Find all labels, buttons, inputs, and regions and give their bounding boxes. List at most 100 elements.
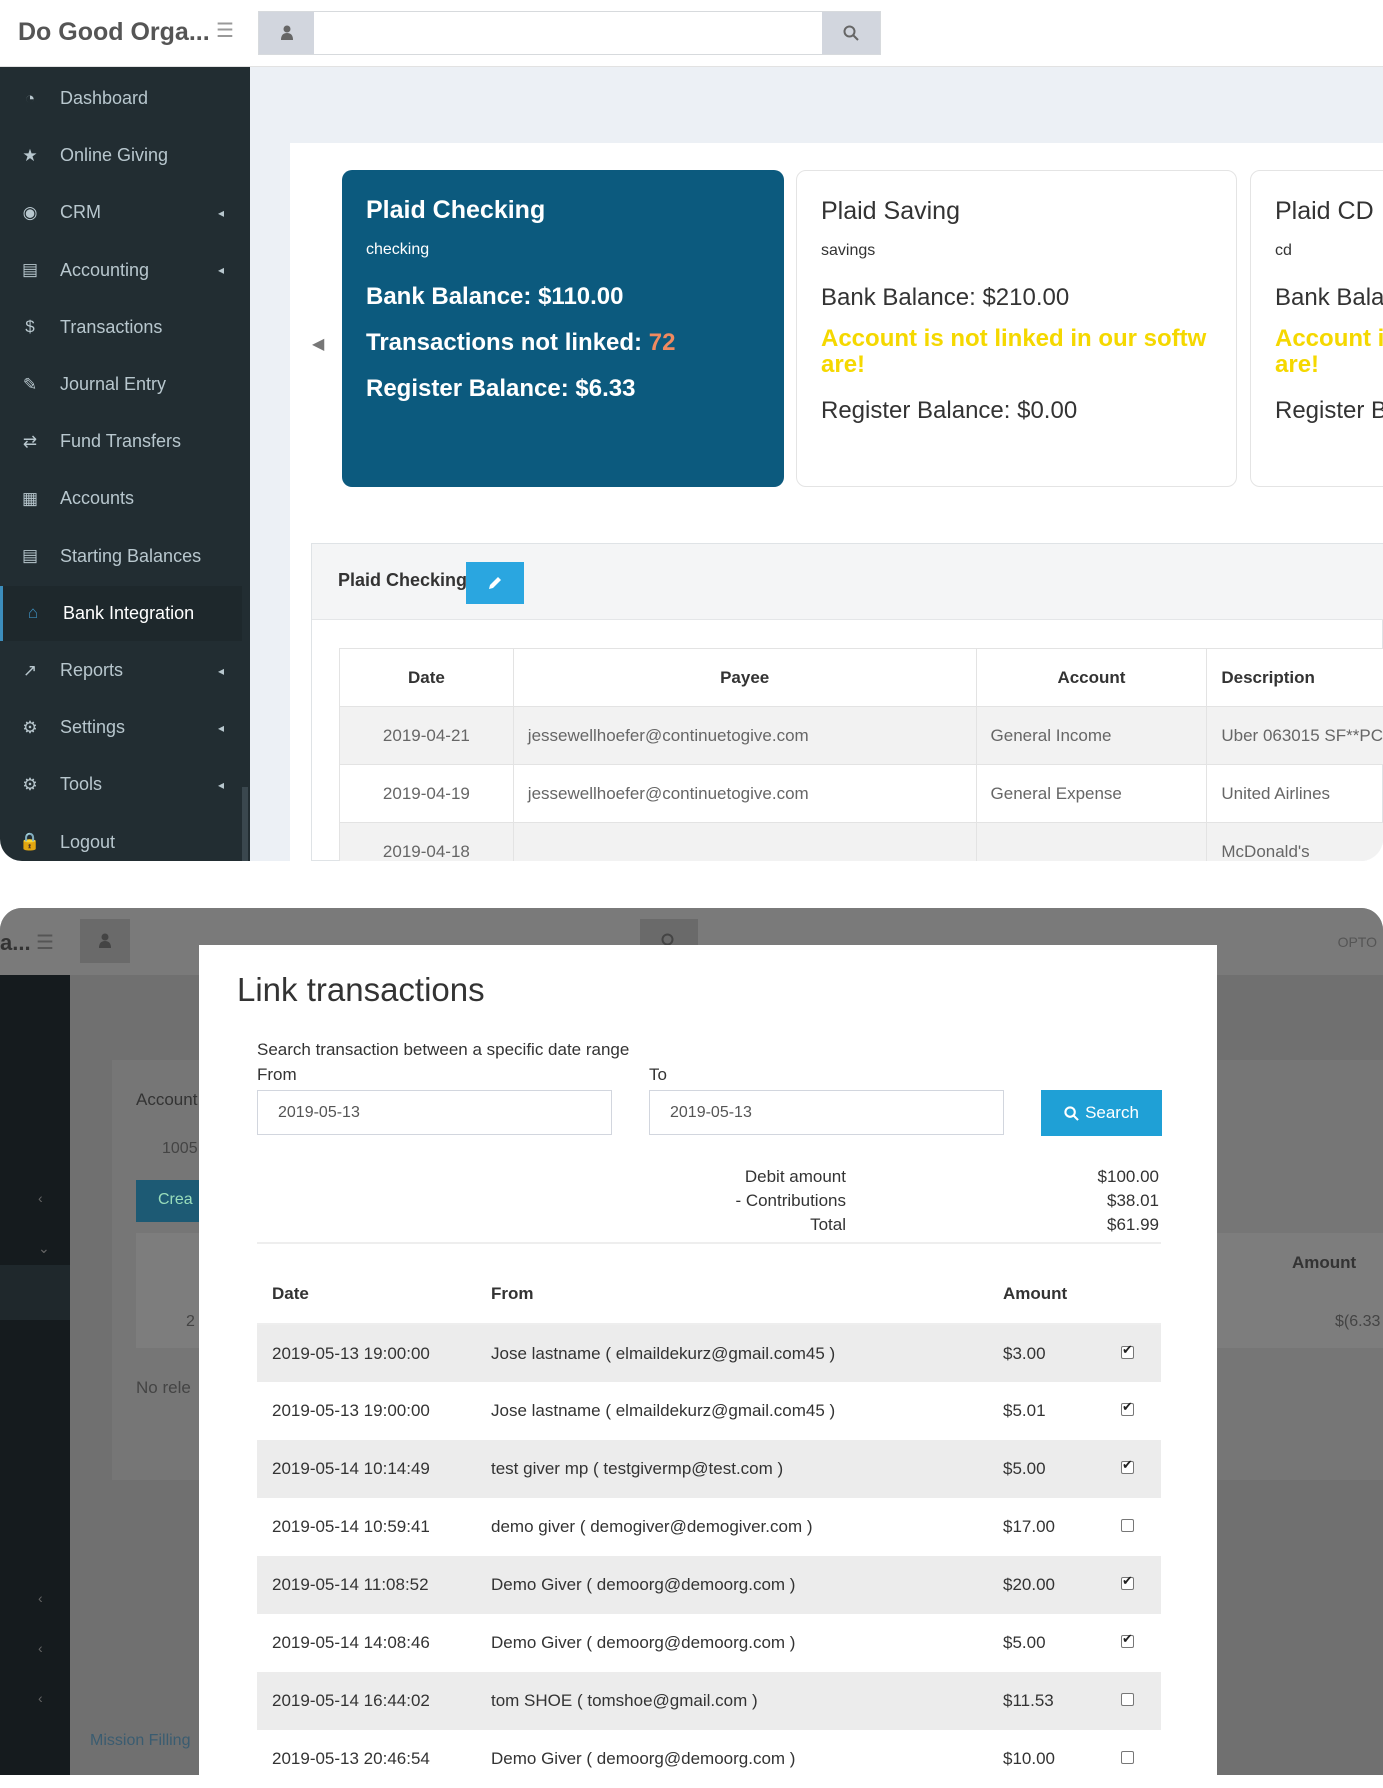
table-row[interactable]: 2019-05-14 10:14:49test giver mp ( testg… [257, 1440, 1161, 1498]
row-checkbox[interactable] [1121, 1519, 1134, 1532]
sidebar-item-label: Accounting [60, 260, 149, 281]
hamburger-menu-icon: ☰ [36, 930, 54, 955]
from-date-input[interactable] [257, 1090, 612, 1135]
table-row[interactable]: 2019-05-14 16:44:02tom SHOE ( tomshoe@gm… [257, 1672, 1161, 1730]
table-row[interactable]: 2019-05-14 14:08:46Demo Giver ( demoorg@… [257, 1614, 1161, 1672]
sidebar-item-label: Reports [60, 660, 123, 681]
sidebar-item-crm[interactable]: ◉CRM◂ [0, 185, 242, 240]
cell-from: Demo Giver ( demoorg@demoorg.com ) [476, 1614, 988, 1672]
cell-description: United Airlines [1207, 765, 1383, 823]
column-header[interactable]: Date [340, 649, 514, 707]
search-input[interactable] [314, 12, 824, 54]
cell-date: 2019-05-14 11:08:52 [257, 1556, 476, 1614]
chevron-left-icon: ‹ [38, 1190, 43, 1206]
sidebar-item-transactions[interactable]: $Transactions [0, 300, 242, 355]
transactions-body: 2019-05-13 19:00:00Jose lastname ( elmai… [257, 1324, 1161, 1788]
table-row[interactable]: 2019-04-21jessewellhoefer@continuetogive… [340, 707, 1383, 765]
sidebar-item-fund-transfers[interactable]: ⇄Fund Transfers [0, 414, 242, 469]
cell-description: McDonald's [1207, 823, 1383, 862]
dimmed-footer-link: Mission Filling [90, 1732, 190, 1750]
sidebar-item-online-giving[interactable]: ★Online Giving [0, 128, 242, 183]
sidebar-item-logout[interactable]: 🔒Logout [0, 815, 242, 861]
chevron-left-icon: ◂ [218, 206, 224, 220]
dimmed-row-text: 2 [186, 1313, 195, 1331]
modal-title: Link transactions [237, 971, 485, 1009]
cell-account: General Expense [976, 765, 1207, 823]
sidebar-item-label: Online Giving [60, 145, 168, 166]
column-header[interactable]: Account [976, 649, 1207, 707]
bank-balance: Bank Bala [1275, 284, 1383, 312]
transactions-header-row: DateFromAmount [257, 1265, 1161, 1324]
dimmed-no-results: No rele [136, 1378, 191, 1398]
dimmed-account-label: Account [136, 1090, 197, 1110]
bank-card-saving[interactable]: Plaid Saving savings Bank Balance: $210.… [796, 170, 1237, 487]
row-checkbox[interactable] [1121, 1693, 1134, 1706]
cell-select [1093, 1556, 1161, 1614]
tx-count[interactable]: 72 [649, 329, 676, 356]
global-search [258, 11, 881, 55]
sidebar-item-label: Transactions [60, 317, 162, 338]
cell-from: demo giver ( demogiver@demogiver.com ) [476, 1498, 988, 1556]
edit-button[interactable] [466, 562, 524, 604]
row-checkbox[interactable] [1121, 1751, 1134, 1764]
column-header[interactable]: From [476, 1265, 988, 1324]
not-linked-warning: Account i are! [1275, 326, 1383, 379]
cell-from: Jose lastname ( elmaildekurz@gmail.com45… [476, 1324, 988, 1382]
sidebar-item-settings[interactable]: ⚙Settings◂ [0, 700, 242, 755]
register-balance: Register Balance: $6.33 [366, 375, 760, 403]
sidebar-item-label: Logout [60, 832, 115, 853]
table-row[interactable]: 2019-05-13 19:00:00Jose lastname ( elmai… [257, 1324, 1161, 1382]
ledger-panel: Plaid Checking DatePayeeAccountDescripti… [311, 543, 1383, 861]
chevron-left-icon: ◂ [218, 721, 224, 735]
table-row[interactable]: 2019-05-13 19:00:00Jose lastname ( elmai… [257, 1382, 1161, 1440]
cell-select [1093, 1324, 1161, 1382]
carousel-prev-icon[interactable]: ◀ [312, 334, 324, 354]
column-header[interactable]: Payee [513, 649, 976, 707]
table-row[interactable]: 2019-05-14 10:59:41demo giver ( demogive… [257, 1498, 1161, 1556]
chevron-left-icon: ‹ [38, 1590, 43, 1606]
cell-amount: $20.00 [988, 1556, 1093, 1614]
to-date-input[interactable] [649, 1090, 1004, 1135]
table-row[interactable]: 2019-04-18McDonald's [340, 823, 1383, 862]
column-header[interactable]: Description [1207, 649, 1383, 707]
dollar-icon: $ [0, 317, 60, 337]
dimmed-user-button [80, 919, 130, 963]
summary-label: Total [529, 1215, 846, 1235]
table-row[interactable]: 2019-04-19jessewellhoefer@continuetogive… [340, 765, 1383, 823]
search-button[interactable]: Search [1041, 1090, 1162, 1136]
sidebar-item-bank-integration[interactable]: ⌂Bank Integration [0, 586, 242, 641]
table-row[interactable]: 2019-05-13 20:46:54Demo Giver ( demoorg@… [257, 1730, 1161, 1788]
tools-icon: ⚙ [0, 775, 60, 795]
brand-logo[interactable]: Do Good Orga... [18, 18, 210, 47]
row-checkbox[interactable] [1121, 1346, 1134, 1359]
row-checkbox[interactable] [1121, 1403, 1134, 1416]
cell-select [1093, 1672, 1161, 1730]
register-balance: Register Balance: $0.00 [821, 397, 1212, 425]
cell-select [1093, 1498, 1161, 1556]
sidebar-item-accounting[interactable]: ▤Accounting◂ [0, 243, 242, 298]
sidebar-item-starting-balances[interactable]: ▤Starting Balances [0, 529, 242, 584]
search-button[interactable] [822, 12, 880, 54]
cell-select [1093, 1440, 1161, 1498]
column-header[interactable]: Amount [988, 1265, 1093, 1324]
sidebar-scrollbar[interactable] [242, 787, 248, 861]
sidebar-item-reports[interactable]: ↗Reports◂ [0, 643, 242, 698]
column-header[interactable]: Date [257, 1265, 476, 1324]
row-checkbox[interactable] [1121, 1461, 1134, 1474]
from-label: From [257, 1065, 297, 1085]
sidebar-item-dashboard[interactable]: ◔Dashboard [0, 71, 242, 126]
row-checkbox[interactable] [1121, 1577, 1134, 1590]
star-icon: ★ [0, 146, 60, 166]
sidebar-item-accounts[interactable]: ▦Accounts [0, 471, 242, 526]
bank-card-cd[interactable]: Plaid CD cd Bank Bala Account i are! Reg… [1250, 170, 1383, 487]
user-filter-button[interactable] [259, 12, 314, 54]
transactions-not-linked: Transactions not linked: 72 [366, 329, 760, 357]
tx-label: Transactions not linked: [366, 329, 649, 356]
sidebar-item-tools[interactable]: ⚙Tools◂ [0, 757, 242, 812]
row-checkbox[interactable] [1121, 1635, 1134, 1648]
hamburger-menu-icon[interactable]: ☰ [216, 22, 236, 40]
chevron-left-icon: ‹ [38, 1640, 43, 1656]
table-row[interactable]: 2019-05-14 11:08:52Demo Giver ( demoorg@… [257, 1556, 1161, 1614]
bank-card-checking[interactable]: Plaid Checking checking Bank Balance: $1… [342, 170, 784, 487]
sidebar-item-journal-entry[interactable]: ✎Journal Entry [0, 357, 242, 412]
